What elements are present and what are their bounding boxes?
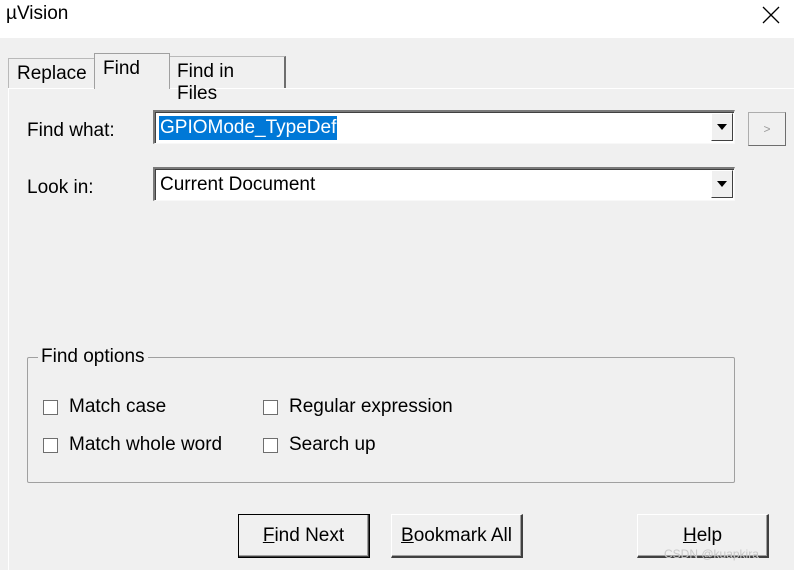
regular-expression-label: Regular expression xyxy=(289,396,453,417)
search-up-checkbox[interactable]: Search up xyxy=(263,434,376,456)
checkbox-box[interactable] xyxy=(43,437,58,453)
tab-replace[interactable]: Replace xyxy=(8,58,95,88)
tab-find-label: Find xyxy=(103,58,140,79)
window-title: µVision xyxy=(6,3,69,24)
close-button[interactable] xyxy=(748,0,794,30)
bookmark-all-mnemonic: B xyxy=(401,524,414,546)
bookmark-all-label: ookmark All xyxy=(413,524,512,546)
look-in-label: Look in: xyxy=(27,177,94,198)
find-what-dropdown-button[interactable] xyxy=(711,113,733,141)
title-bar: µVision xyxy=(0,0,794,38)
bookmark-all-button[interactable]: Bookmark All xyxy=(391,514,523,558)
match-case-label: Match case xyxy=(69,396,167,417)
help-label: elp xyxy=(696,524,723,546)
close-icon xyxy=(762,6,780,24)
checkbox-box[interactable] xyxy=(263,399,278,415)
find-options-legend: Find options xyxy=(38,346,148,368)
find-what-label: Find what: xyxy=(27,120,115,141)
match-whole-word-label: Match whole word xyxy=(69,434,223,455)
checkbox-box[interactable] xyxy=(43,399,58,415)
regular-expression-checkbox[interactable]: Regular expression xyxy=(263,396,453,418)
match-whole-word-checkbox[interactable]: Match whole word xyxy=(43,434,222,456)
find-tab-panel xyxy=(8,88,794,570)
checkbox-box[interactable] xyxy=(263,437,278,453)
find-options-group xyxy=(27,357,735,483)
look-in-value: Current Document xyxy=(160,174,316,195)
tab-find-in-files[interactable]: Find in Files xyxy=(168,56,286,104)
find-next-mnemonic: F xyxy=(262,524,275,546)
match-case-checkbox[interactable]: Match case xyxy=(43,396,166,418)
look-in-combo[interactable]: Current Document xyxy=(153,167,735,201)
help-mnemonic: H xyxy=(682,524,697,546)
chevron-down-icon xyxy=(717,124,727,130)
look-in-dropdown-button[interactable] xyxy=(711,170,733,198)
watermark: CSDN @kuapkira xyxy=(664,547,759,561)
find-what-combo[interactable]: GPIOMode_TypeDef xyxy=(153,110,735,144)
tab-replace-label: Replace xyxy=(17,63,87,84)
find-next-label: ind Next xyxy=(274,524,345,546)
special-characters-button[interactable]: > xyxy=(748,112,786,146)
chevron-down-icon xyxy=(717,181,727,187)
find-next-button[interactable]: Find Next xyxy=(238,514,370,558)
tab-find[interactable]: Find xyxy=(94,53,170,89)
find-what-value[interactable]: GPIOMode_TypeDef xyxy=(159,116,338,140)
search-up-label: Search up xyxy=(289,434,376,455)
